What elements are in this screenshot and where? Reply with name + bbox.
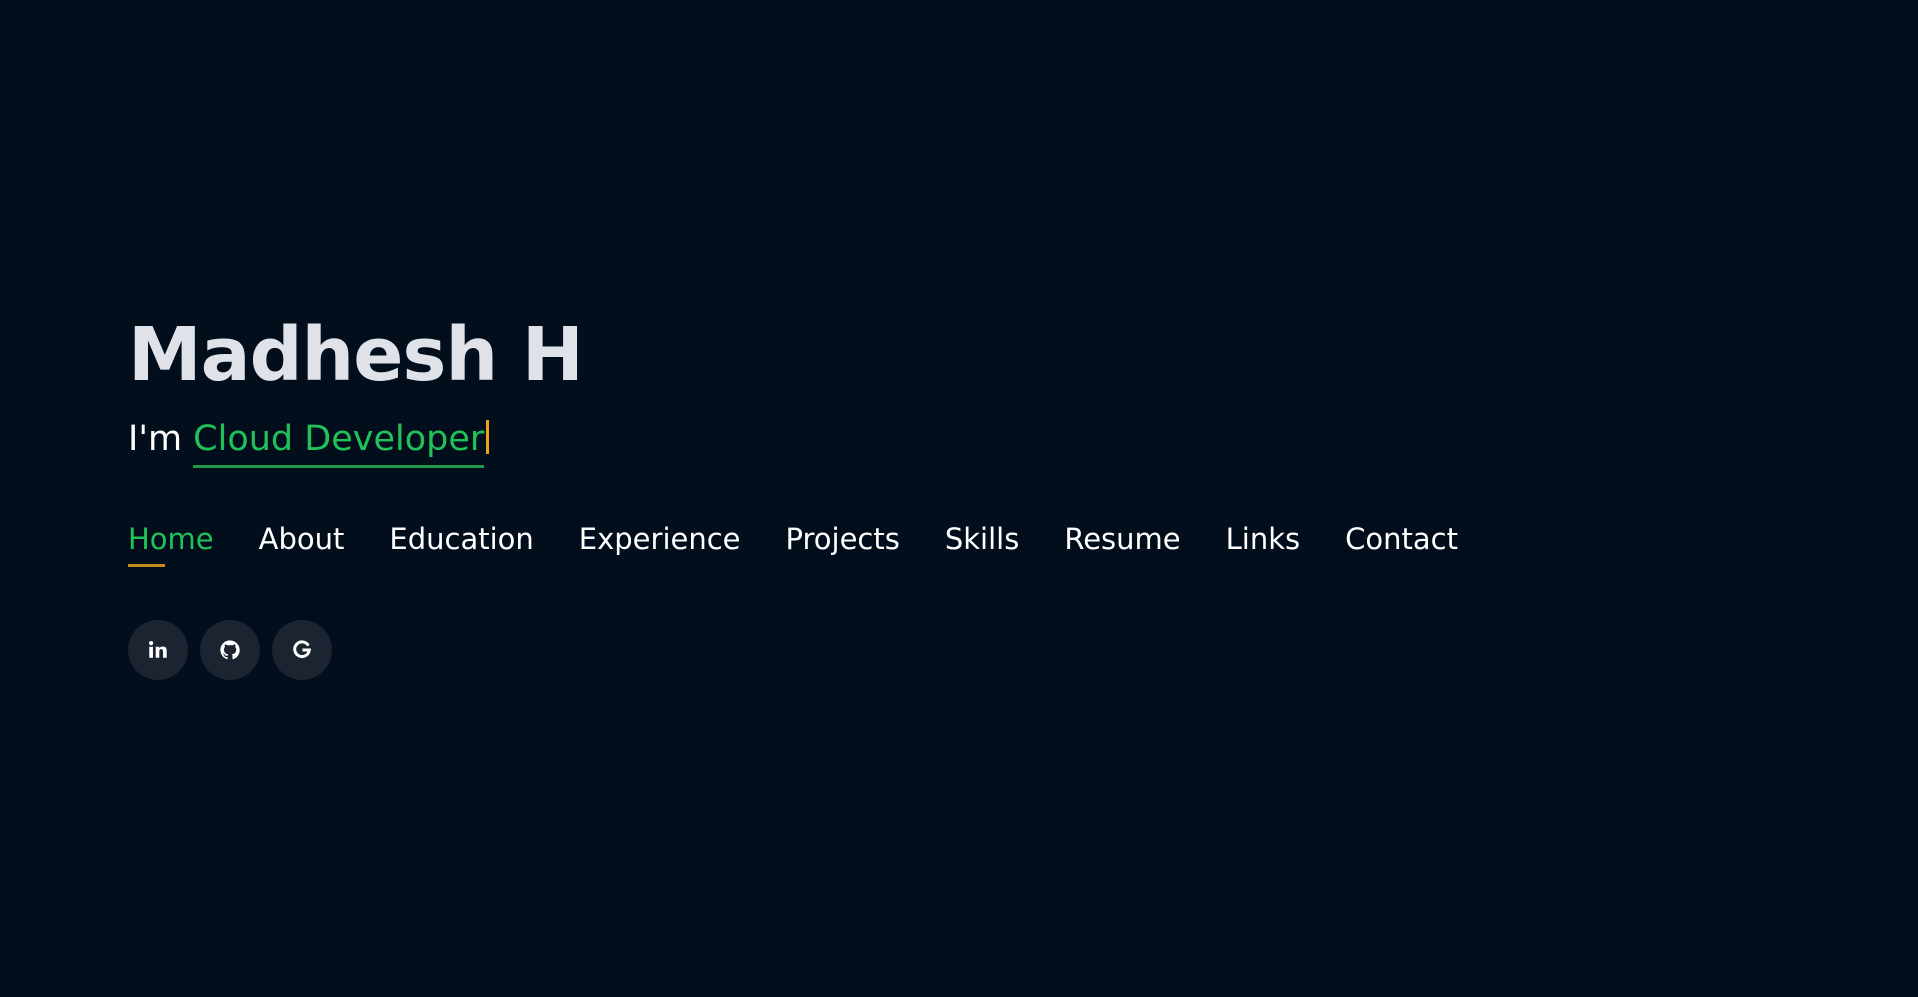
nav-item-links[interactable]: Links bbox=[1226, 522, 1301, 567]
nav-item-skills[interactable]: Skills bbox=[945, 522, 1019, 567]
nav-item-contact[interactable]: Contact bbox=[1345, 522, 1458, 567]
hero-tagline: I'm Cloud Developer bbox=[128, 419, 490, 468]
hero-name: Madhesh H bbox=[128, 312, 584, 398]
social-links bbox=[128, 620, 332, 680]
google-button[interactable] bbox=[272, 620, 332, 680]
main-nav: Home About Education Experience Projects… bbox=[128, 522, 1458, 567]
tagline-prefix: I'm bbox=[128, 419, 194, 459]
nav-item-projects[interactable]: Projects bbox=[786, 522, 900, 567]
nav-item-about[interactable]: About bbox=[259, 522, 345, 567]
tagline-role: Cloud Developer bbox=[193, 422, 485, 468]
nav-item-resume[interactable]: Resume bbox=[1064, 522, 1180, 567]
github-button[interactable] bbox=[200, 620, 260, 680]
nav-item-education[interactable]: Education bbox=[389, 522, 533, 567]
google-icon bbox=[291, 639, 313, 661]
typing-cursor bbox=[486, 420, 490, 454]
nav-item-home[interactable]: Home bbox=[128, 522, 214, 567]
linkedin-icon bbox=[147, 639, 169, 661]
nav-item-experience[interactable]: Experience bbox=[579, 522, 741, 567]
linkedin-button[interactable] bbox=[128, 620, 188, 680]
page: Madhesh H I'm Cloud Developer Home About… bbox=[0, 0, 1918, 997]
github-icon bbox=[219, 639, 241, 661]
